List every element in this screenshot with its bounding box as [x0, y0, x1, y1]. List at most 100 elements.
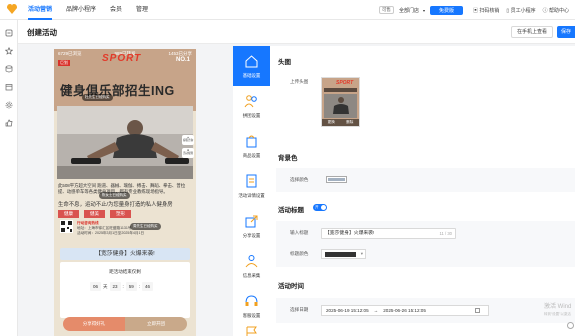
share-gift-button[interactable]: 分享得好礼	[63, 317, 125, 331]
nav-manage[interactable]: 管理	[136, 0, 148, 20]
tab-product-settings[interactable]: 商品设置	[233, 126, 270, 166]
bg-color-section-title: 背景色	[278, 155, 298, 162]
form-icon	[245, 255, 258, 268]
tab-info-collection[interactable]: 信息采集	[233, 246, 270, 286]
chevron-down-icon[interactable]: ▾	[423, 8, 425, 13]
tag-fitness: 健美	[84, 210, 105, 218]
views-stat: 6729已浏览	[58, 51, 82, 56]
calendar-icon[interactable]	[5, 83, 13, 91]
promo-tag: 巨划	[58, 60, 70, 66]
date-range-picker[interactable]: 2025-06-19 15:12:05 → 2025-06-26 15:12:0…	[321, 305, 489, 316]
phone-footer-buttons: 分享得好礼 立即开团	[63, 317, 187, 331]
countdown-card: 距活动结束仅剩 06 天 23 : 59 : 46	[60, 262, 190, 318]
countdown-days: 06	[90, 282, 101, 291]
nav-mini-program[interactable]: 品牌小程序	[66, 0, 96, 20]
no1-text: NO.1	[175, 57, 190, 63]
separator: :	[138, 284, 141, 289]
scroll-top-icon[interactable]	[567, 322, 574, 329]
help-center-link[interactable]: ⓘ 帮助中心	[543, 7, 569, 14]
scan-icon: ▣	[472, 7, 478, 14]
countdown-hours: 23	[109, 282, 121, 291]
page-title: 创建活动	[27, 28, 57, 37]
activity-title-card: 【宽莎健身】火爆来袭!	[60, 248, 190, 260]
buyer-notice: 杜先生已经购买	[82, 94, 113, 101]
svg-text:SPORT: SPORT	[336, 80, 354, 86]
activity-title-toggle[interactable]: 开	[313, 204, 327, 211]
replace-image-button[interactable]: 更换	[328, 119, 335, 126]
activity-title-section-title: 活动标题	[278, 207, 304, 214]
countdown-timer: 06 天 23 : 59 : 46	[88, 282, 155, 291]
nav-member[interactable]: 会员	[110, 0, 122, 20]
title-color-label: 标题颜色	[290, 251, 309, 256]
tab-more[interactable]	[233, 326, 270, 336]
thumbnail-actions: 更换 删除	[322, 119, 359, 126]
countdown-seconds: 46	[142, 282, 154, 291]
staff-app-link[interactable]: ▯ 员工小程序	[506, 7, 535, 14]
preview-on-phone-button[interactable]: 在手机上查看	[510, 26, 553, 38]
head-image-preview: SPORT	[322, 78, 359, 120]
settings-panel: 头图 上传头图 SPORT 更换 删除 背景色 背景色 选择颜色 活动标题 开 …	[270, 46, 575, 336]
status-badge: 可售	[378, 6, 394, 14]
nav-marketing[interactable]: 活动营销	[28, 0, 53, 20]
scan-verify-link[interactable]: ▣ 扫码核销	[473, 7, 499, 14]
head-image-thumbnail[interactable]: SPORT 更换 删除	[321, 77, 360, 127]
bg-color-swatch	[328, 178, 345, 181]
flag-icon	[246, 326, 257, 336]
date-end: 2025-06-26 15:12:05	[383, 308, 426, 313]
document-icon	[246, 174, 257, 188]
brand-logo-icon[interactable]	[6, 3, 18, 15]
activation-watermark: 激活 Wind 转到“设置”以激活	[544, 304, 572, 316]
slogan: 生命不息，运动不止/为您量身打造的私人健身房	[58, 202, 173, 208]
buyer-notice: 周先生已经购买	[130, 223, 161, 230]
sidebar	[0, 20, 18, 336]
thumbs-up-icon[interactable]	[5, 119, 13, 127]
help-icon: ⓘ	[542, 7, 548, 14]
phone-preview: 6729已浏览 989已转发 1453已分享 巨划 SPORT NO.1 健身俱…	[54, 49, 196, 336]
tab-basic-settings[interactable]: 基础设置	[233, 46, 270, 86]
activity-time-section-title: 活动时间	[278, 283, 304, 290]
title-color-swatch	[325, 252, 356, 257]
star-icon[interactable]	[5, 47, 13, 55]
chevron-down-icon: ▾	[360, 251, 363, 256]
title-input-label: 输入标题	[290, 230, 309, 235]
database-icon[interactable]	[5, 65, 13, 73]
countdown-label: 距活动结束仅剩	[109, 269, 141, 274]
poster-headline: 健身俱乐部招生ING	[60, 84, 175, 98]
marketing-icon[interactable]	[5, 29, 13, 37]
customer-service-button[interactable]: ● 客服咨询	[182, 135, 194, 145]
start-group-button[interactable]: 立即开团	[125, 317, 187, 331]
date-separator: →	[373, 308, 379, 313]
top-bar: 活动营销 品牌小程序 会员 管理 可售 全部门店 ▾ 免费版 ▣ 扫码核销 ▯ …	[0, 0, 575, 20]
athlete-photo	[57, 106, 193, 179]
store-selector[interactable]: 全部门店	[399, 7, 419, 14]
qr-code-icon	[60, 220, 73, 233]
tab-share-settings[interactable]: 分享设置	[233, 206, 270, 246]
title-input[interactable]: 【宽莎健身】火爆来袭! 11 / 30	[321, 228, 456, 239]
separator: :	[122, 284, 124, 289]
title-color-picker[interactable]: ▾	[321, 249, 366, 259]
countdown-minutes: 59	[125, 282, 137, 291]
date-label: 选择日期	[290, 307, 309, 312]
tab-detail-settings[interactable]: 活动详情设置	[233, 166, 270, 206]
tab-group-settings[interactable]: 拼团设置	[233, 86, 270, 126]
feature-tags: 健康 健美 塑形	[58, 210, 136, 218]
buyer-notice: 陈女士已经购买	[99, 192, 130, 199]
upload-label: 上传头图	[290, 79, 309, 84]
bag-icon	[246, 135, 257, 148]
bg-color-select-label: 选择颜色	[290, 177, 309, 183]
date-start: 2025-06-19 15:12:05	[326, 308, 369, 313]
bg-color-picker[interactable]	[326, 176, 347, 183]
delete-image-button[interactable]: 删除	[346, 119, 353, 126]
bg-color-row	[276, 168, 575, 192]
top-right-tools: 可售 全部门店 ▾ 免费版 ▣ 扫码核销 ▯ 员工小程序 ⓘ 帮助中心	[378, 0, 569, 20]
free-plan-button[interactable]: 免费版	[429, 5, 463, 15]
contact-date: 活动时间：2025年3月1日至2025年4月1日	[77, 230, 145, 235]
tab-customer-service[interactable]: 客服设置	[233, 286, 270, 326]
save-button[interactable]: 保存	[557, 26, 575, 38]
calendar-icon	[475, 308, 480, 313]
home-icon	[245, 55, 258, 68]
settings-icon[interactable]	[5, 101, 13, 109]
activity-rules-button[interactable]: ■ 活动规则	[182, 148, 194, 158]
head-image-section-title: 头图	[278, 59, 291, 66]
days-unit: 天	[103, 283, 108, 289]
